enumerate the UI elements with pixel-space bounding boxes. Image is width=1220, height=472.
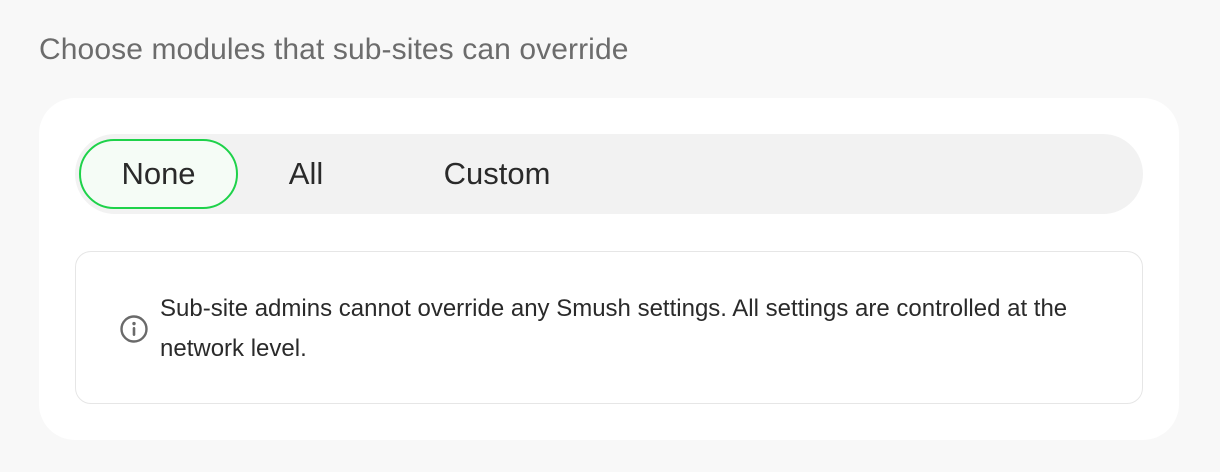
option-none[interactable]: None xyxy=(79,139,238,209)
info-circle-icon xyxy=(120,315,148,343)
page: Choose modules that sub-sites can overri… xyxy=(0,0,1220,472)
settings-card: None All Custom Sub-site admins cannot o… xyxy=(39,98,1179,440)
override-mode-selector: None All Custom xyxy=(75,134,1143,214)
option-custom[interactable]: Custom xyxy=(429,139,565,209)
info-notice: Sub-site admins cannot override any Smus… xyxy=(75,251,1143,404)
section-heading: Choose modules that sub-sites can overri… xyxy=(39,33,629,66)
notice-text: Sub-site admins cannot override any Smus… xyxy=(160,295,1068,362)
option-all[interactable]: All xyxy=(271,139,341,209)
